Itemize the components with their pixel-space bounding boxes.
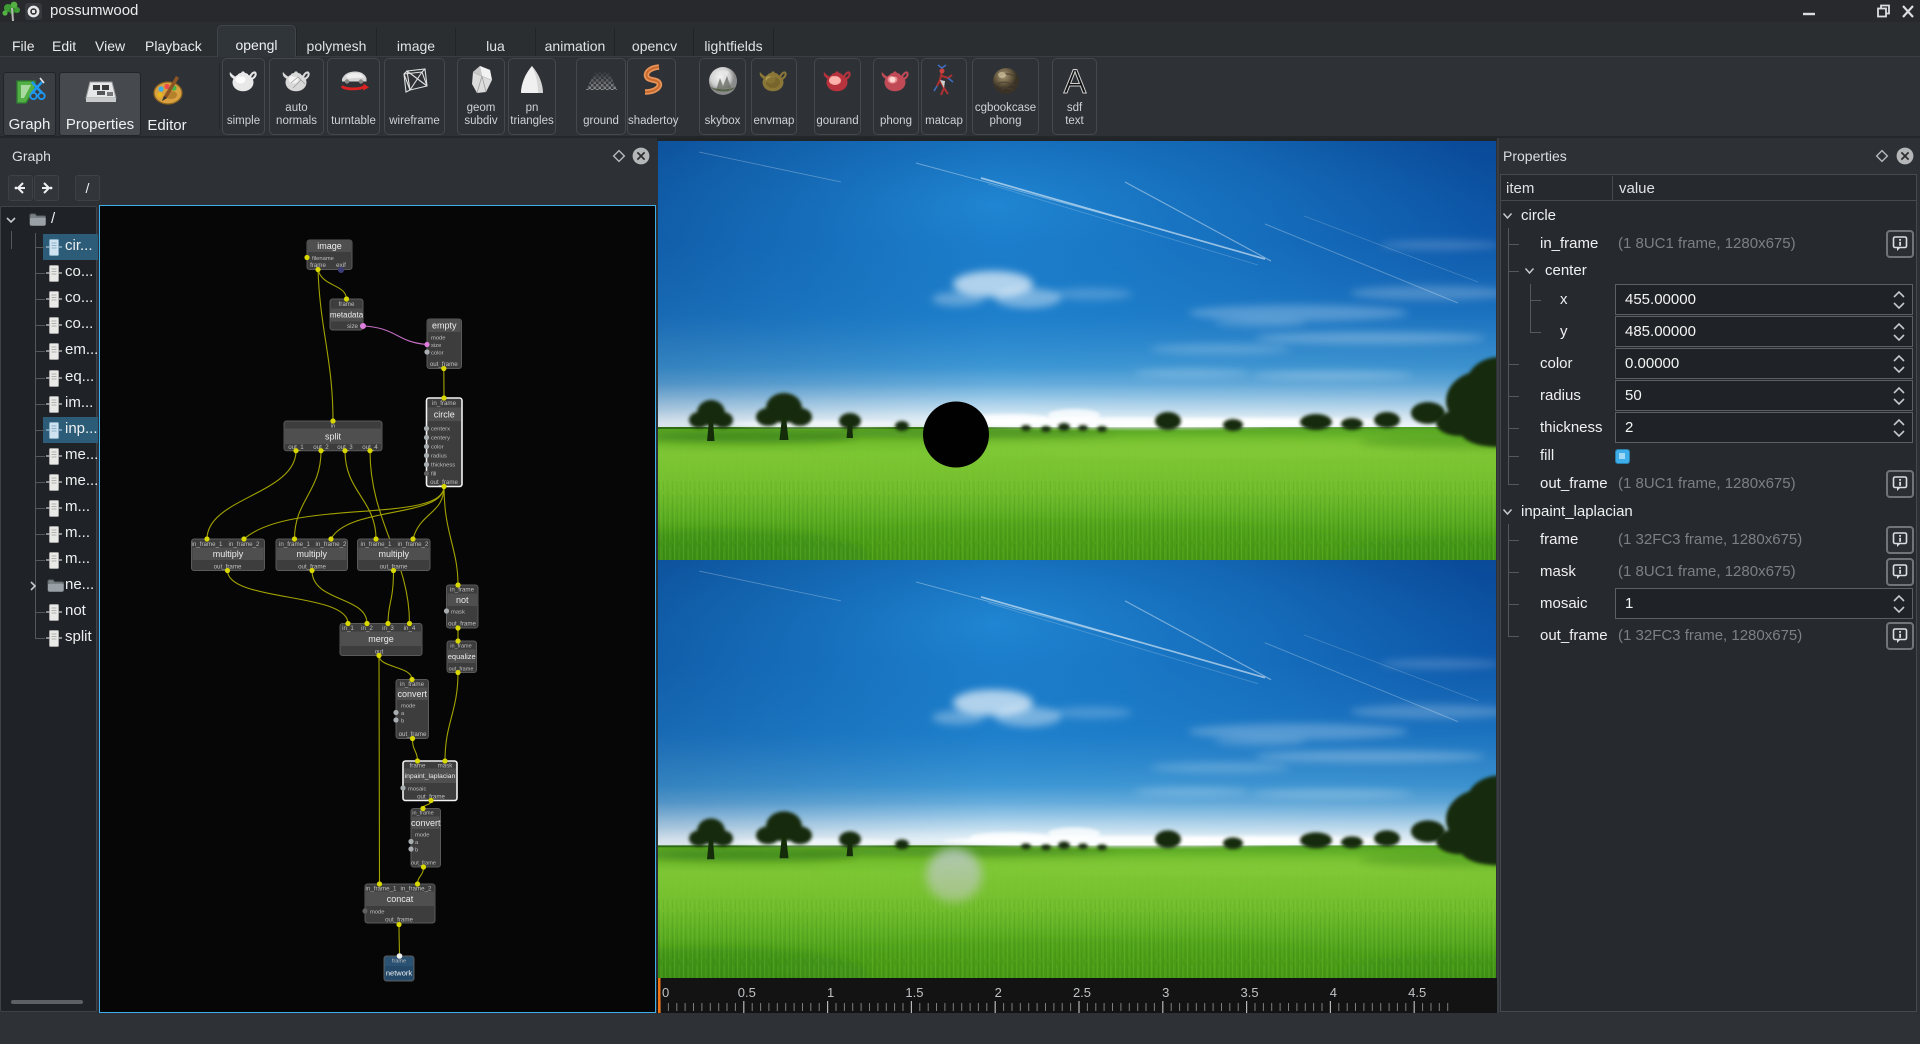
- svg-text:2.5: 2.5: [1073, 985, 1091, 1000]
- svg-text:in_frame: in_frame: [450, 644, 471, 650]
- svg-text:frame: frame: [339, 301, 355, 308]
- svg-text:A: A: [1063, 64, 1086, 100]
- svg-text:0.5: 0.5: [738, 985, 756, 1000]
- svg-text:in_frame_1: in_frame_1: [361, 541, 393, 548]
- svg-text:frame: frame: [392, 959, 406, 965]
- svg-text:fill: fill: [431, 472, 436, 478]
- svg-text:network: network: [386, 969, 413, 978]
- svg-text:0: 0: [662, 985, 669, 1000]
- svg-text:in_frame_2: in_frame_2: [316, 541, 348, 548]
- svg-text:mosaic: mosaic: [408, 787, 426, 793]
- svg-text:in_frame_2: in_frame_2: [398, 541, 430, 548]
- svg-text:3.5: 3.5: [1241, 985, 1259, 1000]
- svg-text:mode: mode: [401, 704, 416, 710]
- svg-text:out_frame: out_frame: [449, 667, 474, 673]
- svg-text:convert: convert: [397, 689, 427, 699]
- svg-text:in_frame_1: in_frame_1: [366, 886, 398, 893]
- svg-text:multiply: multiply: [378, 549, 409, 559]
- svg-text:in_frame: in_frame: [412, 811, 433, 817]
- svg-text:out_frame: out_frame: [448, 621, 476, 628]
- svg-text:color: color: [431, 351, 444, 357]
- svg-text:thickness: thickness: [431, 463, 455, 469]
- svg-text:in_frame_2: in_frame_2: [229, 541, 261, 548]
- svg-text:4: 4: [1330, 985, 1337, 1000]
- svg-text:b: b: [401, 719, 404, 725]
- svg-text:multiply: multiply: [296, 549, 327, 559]
- svg-text:2: 2: [995, 985, 1002, 1000]
- svg-text:in_frame_1: in_frame_1: [192, 541, 224, 548]
- svg-text:inpaint_laplacian: inpaint_laplacian: [405, 773, 456, 780]
- svg-text:mode: mode: [415, 833, 430, 839]
- svg-text:size: size: [431, 343, 441, 349]
- svg-text:in_frame: in_frame: [450, 587, 475, 594]
- svg-text:image: image: [317, 241, 342, 251]
- svg-text:in: in: [331, 424, 336, 430]
- svg-text:3: 3: [1162, 985, 1169, 1000]
- svg-text:1.5: 1.5: [905, 985, 923, 1000]
- svg-text:size: size: [347, 323, 359, 330]
- svg-text:centery: centery: [431, 436, 450, 442]
- svg-text:mode: mode: [431, 336, 446, 342]
- svg-text:in_frame: in_frame: [432, 400, 457, 407]
- svg-text:filename: filename: [312, 256, 334, 262]
- svg-text:equalize: equalize: [448, 652, 476, 661]
- svg-text:empty: empty: [432, 321, 457, 331]
- svg-text:mask: mask: [451, 610, 465, 616]
- svg-text:in_frame_1: in_frame_1: [279, 541, 311, 548]
- svg-text:4.5: 4.5: [1408, 985, 1426, 1000]
- svg-text:split: split: [325, 431, 342, 441]
- svg-text:circle: circle: [434, 409, 455, 419]
- svg-text:metadata: metadata: [330, 311, 364, 320]
- svg-text:radius: radius: [431, 454, 447, 460]
- svg-text:centerx: centerx: [431, 427, 450, 433]
- svg-text:b: b: [415, 848, 418, 854]
- svg-text:multiply: multiply: [213, 549, 244, 559]
- svg-text:convert: convert: [411, 818, 441, 828]
- svg-text:in_frame_2: in_frame_2: [401, 886, 433, 893]
- svg-text:concat: concat: [387, 894, 414, 904]
- svg-text:mode: mode: [370, 910, 385, 916]
- svg-text:color: color: [431, 445, 444, 451]
- svg-text:merge: merge: [368, 634, 394, 644]
- svg-text:not: not: [456, 595, 469, 605]
- svg-text:1: 1: [827, 985, 834, 1000]
